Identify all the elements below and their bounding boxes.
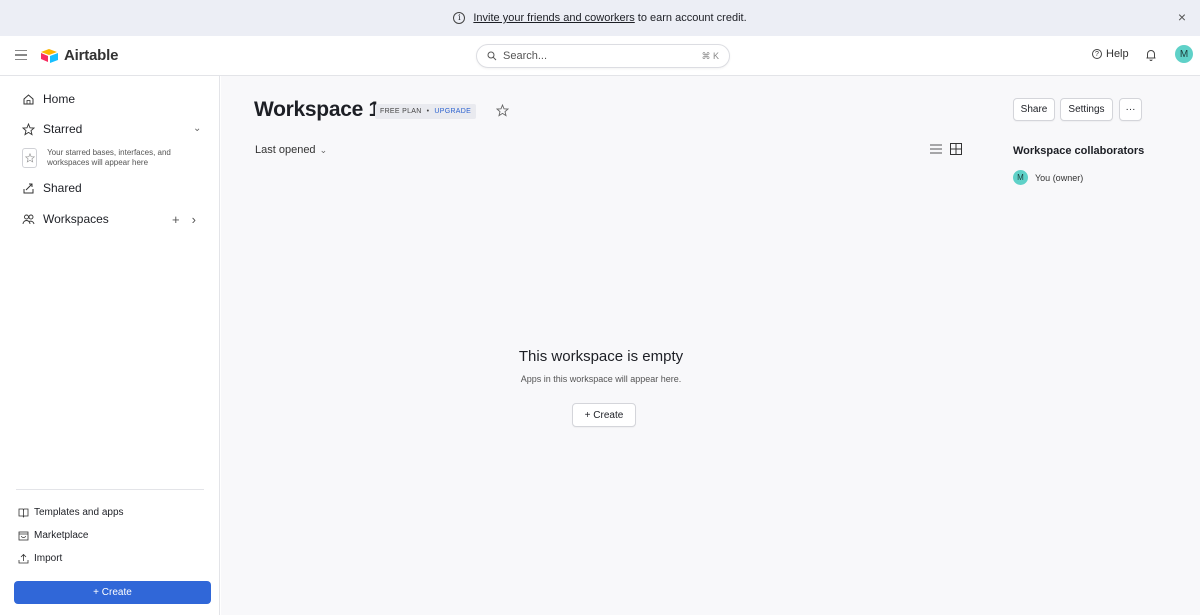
help-label: Help (1106, 48, 1129, 60)
sidebar-item-home[interactable]: Home (22, 92, 75, 106)
star-icon[interactable] (496, 104, 509, 117)
settings-button[interactable]: Settings (1060, 98, 1113, 121)
create-app-button[interactable]: + Create (572, 403, 636, 427)
sidebar-item-label: Workspaces (43, 212, 109, 226)
collaborators-title: Workspace collaborators (1013, 145, 1145, 157)
more-options-button[interactable]: ··· (1119, 98, 1142, 121)
sidebar-item-label: Shared (43, 181, 82, 195)
star-icon (22, 122, 35, 136)
sidebar-item-workspaces[interactable]: Workspaces (22, 212, 109, 226)
user-avatar[interactable]: M (1175, 45, 1193, 63)
grid-view-icon[interactable] (950, 143, 962, 155)
sidebar-divider (16, 489, 204, 490)
menu-icon[interactable] (15, 50, 27, 60)
sidebar: Home Starred ⌄ Your starred bases, inter… (0, 76, 220, 615)
empty-state-subtitle: Apps in this workspace will appear here. (520, 374, 682, 384)
add-workspace-icon[interactable]: + (172, 212, 180, 227)
invite-link[interactable]: Invite your friends and coworkers (473, 12, 634, 24)
empty-state-title: This workspace is empty (518, 348, 684, 365)
sidebar-item-label: Home (43, 92, 76, 106)
plan-label: FREE PLAN (380, 108, 422, 115)
airtable-logo[interactable]: Airtable (40, 47, 118, 64)
sidebar-item-label: Templates and apps (34, 507, 124, 518)
collaborator-name: You (owner) (1035, 172, 1084, 183)
avatar: M (1013, 170, 1028, 185)
chevron-down-icon[interactable]: ⌄ (193, 123, 201, 134)
sidebar-item-templates[interactable]: Templates and apps (18, 507, 124, 518)
upload-icon (18, 553, 29, 564)
help-icon: ? (1092, 49, 1102, 59)
sidebar-item-label: Marketplace (34, 530, 89, 541)
sidebar-item-import[interactable]: Import (18, 553, 62, 564)
banner-text: to earn account credit. (637, 12, 747, 24)
plan-separator: • (426, 108, 430, 115)
book-icon (18, 508, 29, 518)
sidebar-item-label: Starred (43, 122, 83, 136)
sidebar-create-button[interactable]: + Create (14, 581, 211, 604)
home-icon (23, 93, 34, 104)
bell-icon[interactable] (1144, 48, 1158, 62)
sidebar-item-label: Import (34, 553, 63, 564)
airtable-logo-icon (41, 48, 58, 63)
chevron-right-icon[interactable]: › (192, 212, 196, 227)
search-shortcut: ⌘ K (701, 50, 719, 61)
sort-dropdown[interactable]: Last opened ⌄ (255, 144, 327, 156)
search-placeholder: Search... (503, 50, 548, 62)
collaborator-row[interactable]: M You (owner) (1013, 170, 1083, 185)
marketplace-icon (18, 531, 29, 541)
help-button[interactable]: ? Help (1092, 48, 1129, 60)
share-icon (23, 183, 34, 193)
workspaces-actions: + › (172, 212, 196, 227)
announcement-banner: i Invite your friends and coworkers to e… (0, 0, 1200, 36)
starred-empty-text: Your starred bases, interfaces, and work… (47, 148, 171, 167)
share-button[interactable]: Share (1013, 98, 1055, 121)
logo-text: Airtable (64, 47, 119, 64)
sidebar-item-shared[interactable]: Shared (22, 181, 82, 195)
top-header: Airtable Search... ⌘ K ? Help M (0, 36, 1200, 76)
sort-label: Last opened (255, 144, 316, 156)
list-view-icon[interactable] (930, 144, 942, 154)
search-input[interactable]: Search... ⌘ K (476, 44, 730, 68)
page-title: Workspace 1 (254, 98, 380, 121)
info-icon: i (453, 12, 466, 24)
main-content: Workspace 1 FREE PLAN • UPGRADE Last ope… (221, 76, 1200, 615)
sidebar-item-starred[interactable]: Starred (22, 122, 82, 136)
upgrade-link[interactable]: UPGRADE (434, 108, 471, 115)
people-icon (22, 214, 35, 224)
plan-badge: FREE PLAN • UPGRADE (375, 104, 477, 119)
chevron-down-icon: ⌄ (319, 144, 328, 155)
sidebar-item-marketplace[interactable]: Marketplace (18, 530, 88, 541)
close-icon[interactable]: × (1178, 10, 1186, 24)
star-placeholder-icon (22, 148, 38, 168)
search-icon (487, 51, 497, 61)
starred-empty-state: Your starred bases, interfaces, and work… (22, 148, 212, 168)
